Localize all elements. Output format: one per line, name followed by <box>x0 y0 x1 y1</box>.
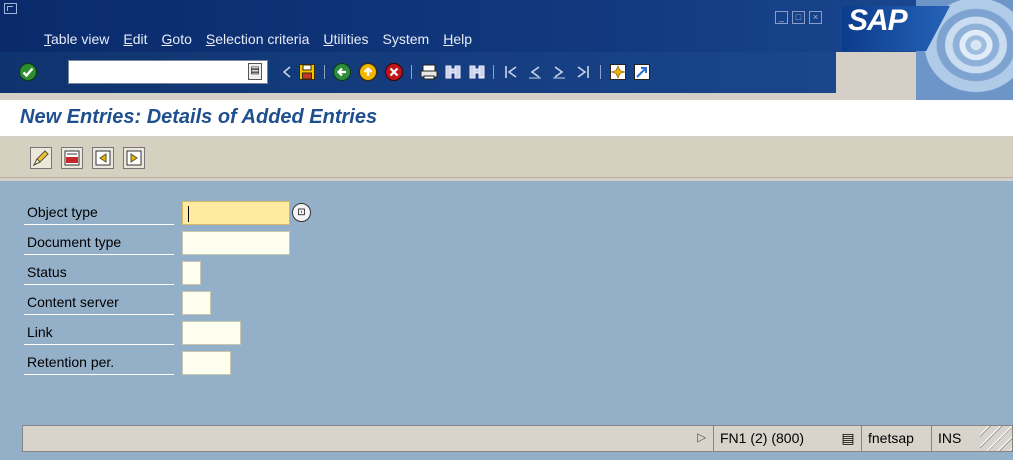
maximize-icon[interactable]: □ <box>792 11 805 24</box>
logo-text: SAP <box>848 4 908 37</box>
window-controls: _ □ × <box>775 11 822 24</box>
standard-toolbar: ▤ <box>0 52 836 93</box>
menu-system[interactable]: System <box>383 31 430 47</box>
toolbar-separator <box>600 65 601 79</box>
resize-grip[interactable] <box>980 426 1012 451</box>
close-icon[interactable]: × <box>809 11 822 24</box>
exit-icon[interactable] <box>358 62 378 82</box>
menu-items: Table view Edit Goto Selection criteria … <box>44 31 472 47</box>
menu-goto[interactable]: Goto <box>162 31 192 47</box>
label-document-type: Document type <box>24 231 174 255</box>
system-info: FN1 (2) (800) <box>713 426 810 451</box>
text-caret <box>188 206 189 223</box>
prev-page-icon[interactable] <box>525 62 545 82</box>
first-page-icon[interactable] <box>501 62 521 82</box>
application-toolbar <box>0 138 1013 178</box>
system-info-menu-icon[interactable]: ▤ <box>835 426 861 451</box>
delete-button[interactable] <box>61 147 83 169</box>
save-icon[interactable] <box>297 62 317 82</box>
page-title: New Entries: Details of Added Entries <box>20 106 378 128</box>
label-content-server: Content server <box>24 291 174 315</box>
sap-logo: SAP <box>836 0 1013 100</box>
change-button[interactable] <box>30 147 52 169</box>
insert-mode[interactable]: INS <box>931 426 967 451</box>
menu-selection-criteria[interactable]: Selection criteria <box>206 31 310 47</box>
menu-utilities[interactable]: Utilities <box>323 31 368 47</box>
expand-status-icon[interactable]: ▷ <box>697 430 706 444</box>
retention-period-input[interactable] <box>182 351 231 375</box>
menu-edit[interactable]: Edit <box>123 31 147 47</box>
toolbar-separator <box>411 65 412 79</box>
delete-icon <box>64 150 80 166</box>
help-icon[interactable] <box>632 62 652 82</box>
next-page-icon[interactable] <box>549 62 569 82</box>
find-icon[interactable] <box>443 62 463 82</box>
content-server-input[interactable] <box>182 291 211 315</box>
label-retention-period: Retention per. <box>24 351 174 375</box>
next-entry-icon <box>126 150 142 166</box>
next-entry-button[interactable] <box>123 147 145 169</box>
status-bar: ▷ FN1 (2) (800) ▤ fnetsap INS <box>22 425 1013 452</box>
menu-help[interactable]: Help <box>443 31 472 47</box>
toolbar-separator <box>324 65 325 79</box>
back-icon[interactable] <box>332 62 352 82</box>
possible-entries-icon[interactable]: ⊡ <box>292 203 311 222</box>
server-name: fnetsap <box>861 426 920 451</box>
find-next-icon[interactable] <box>467 62 487 82</box>
dropdown-icon[interactable]: ▤ <box>248 63 262 80</box>
main-form-area: Object type ⊡ Document type Status Conte… <box>0 181 1013 460</box>
previous-entry-icon <box>95 150 111 166</box>
screen-title-bar: New Entries: Details of Added Entries <box>0 100 1013 136</box>
change-icon <box>32 150 49 167</box>
document-type-input[interactable] <box>182 231 290 255</box>
last-page-icon[interactable] <box>573 62 593 82</box>
prev-icon[interactable] <box>277 62 297 82</box>
cancel-icon[interactable] <box>384 62 404 82</box>
system-menu-icon[interactable] <box>4 3 17 14</box>
label-link: Link <box>24 321 174 345</box>
previous-entry-button[interactable] <box>92 147 114 169</box>
toolbar-separator <box>493 65 494 79</box>
label-object-type: Object type <box>24 201 174 225</box>
command-field[interactable] <box>68 60 268 84</box>
print-icon[interactable] <box>419 62 439 82</box>
minimize-icon[interactable]: _ <box>775 11 788 24</box>
status-input[interactable] <box>182 261 201 285</box>
create-session-icon[interactable] <box>608 62 628 82</box>
label-status: Status <box>24 261 174 285</box>
object-type-input[interactable] <box>182 201 290 225</box>
menu-table-view[interactable]: Table view <box>44 31 109 47</box>
link-input[interactable] <box>182 321 241 345</box>
enter-check-icon[interactable] <box>18 62 38 82</box>
